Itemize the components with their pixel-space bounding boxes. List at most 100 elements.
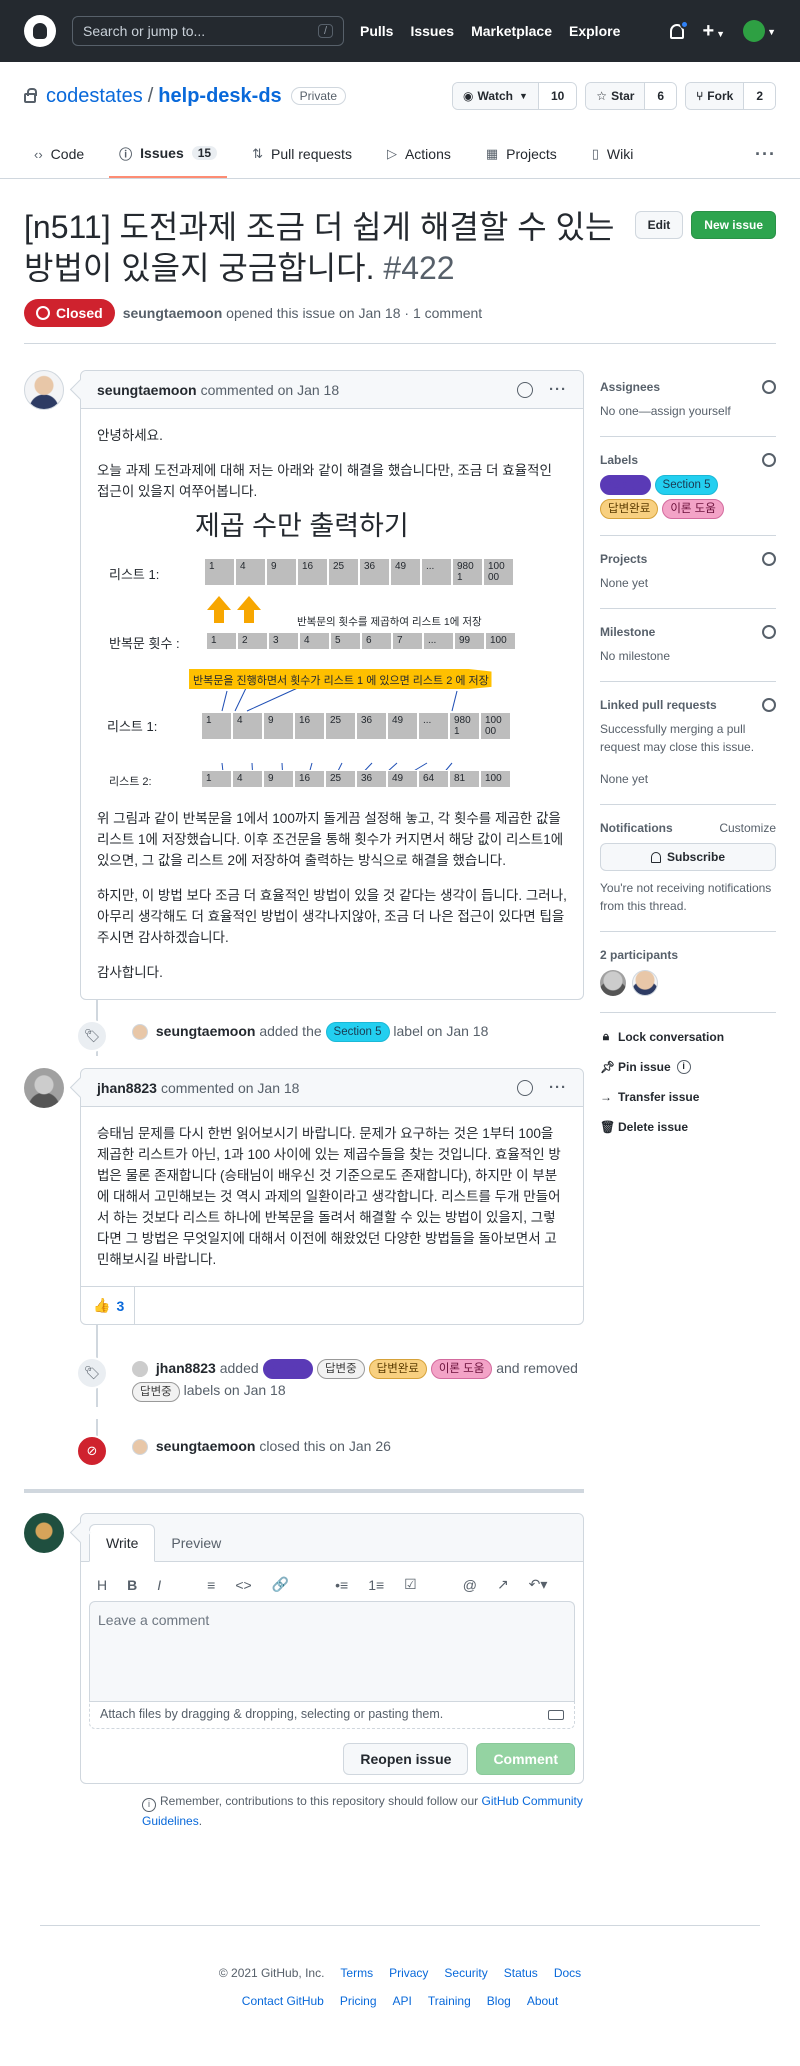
gear-icon[interactable] <box>762 380 776 394</box>
search-input[interactable]: Search or jump to... / <box>72 16 344 46</box>
repo-name-link[interactable]: help-desk-ds <box>158 85 281 108</box>
footer-link-blog[interactable]: Blog <box>487 1994 511 2008</box>
footer-link-contact[interactable]: Contact GitHub <box>242 1994 324 2008</box>
nav-pulls[interactable]: Pulls <box>360 23 393 39</box>
footer-link-status[interactable]: Status <box>504 1966 538 1980</box>
notifications-bell-icon[interactable] <box>670 19 690 39</box>
label-section-5[interactable]: Section 5 <box>654 475 719 495</box>
bold-icon[interactable]: B <box>127 1577 137 1593</box>
tab-wiki[interactable]: ▯ Wiki <box>582 130 644 178</box>
quote-icon[interactable]: ≡ <box>207 1577 215 1593</box>
tab-pull-requests[interactable]: ⇅ Pull requests <box>242 130 362 178</box>
comment-author-link[interactable]: jhan8823 <box>97 1080 157 1096</box>
pin-issue-button[interactable]: 📌︎ Pin issue i <box>600 1060 776 1074</box>
avatar[interactable] <box>24 1068 64 1108</box>
reopen-issue-button[interactable]: Reopen issue <box>343 1743 469 1775</box>
footer-link-docs[interactable]: Docs <box>554 1966 581 1980</box>
heading-icon[interactable]: H <box>97 1577 107 1593</box>
tab-code[interactable]: ‹› Code <box>24 130 94 178</box>
edit-button[interactable]: Edit <box>634 211 684 239</box>
gear-icon[interactable] <box>762 698 776 712</box>
repo-owner-link[interactable]: codestates <box>46 85 143 108</box>
code-icon[interactable]: <> <box>235 1577 251 1593</box>
ordered-list-icon[interactable]: 1≡ <box>368 1577 384 1593</box>
tab-write[interactable]: Write <box>89 1524 156 1562</box>
tab-preview[interactable]: Preview <box>155 1525 237 1561</box>
footer-link-about[interactable]: About <box>527 1994 558 2008</box>
gear-icon[interactable] <box>762 625 776 639</box>
figure-cell: 4 <box>232 770 263 788</box>
star-button[interactable]: ☆ Star <box>586 83 646 109</box>
create-new-button[interactable]: + ▼ <box>702 21 725 41</box>
new-issue-button[interactable]: New issue <box>691 211 776 239</box>
kebab-horizontal-icon[interactable]: ··· <box>549 1079 567 1096</box>
add-reaction-icon[interactable] <box>517 1079 533 1096</box>
github-logo-icon[interactable] <box>24 15 56 47</box>
italic-icon[interactable]: I <box>157 1577 161 1593</box>
tab-issues[interactable]: ⓘ Issues 15 <box>109 130 228 178</box>
fork-count[interactable]: 2 <box>744 83 775 109</box>
task-list-icon[interactable]: ☑ <box>404 1576 417 1593</box>
star-count[interactable]: 6 <box>645 83 677 109</box>
link-icon[interactable]: 🔗 <box>272 1576 289 1593</box>
gear-icon[interactable] <box>762 552 776 566</box>
avatar[interactable] <box>600 970 626 996</box>
nav-explore[interactable]: Explore <box>569 23 620 39</box>
nav-issues[interactable]: Issues <box>410 23 454 39</box>
fork-button[interactable]: ⑂ Fork <box>686 83 745 109</box>
event-author-link[interactable]: seungtaemoon <box>156 1023 256 1039</box>
delete-issue-button[interactable]: 🗑︎ Delete issue <box>600 1120 776 1134</box>
watch-button[interactable]: ◉ Watch ▼ <box>452 83 539 109</box>
event-author-link[interactable]: jhan8823 <box>156 1360 216 1376</box>
event-author-link[interactable]: seungtaemoon <box>156 1438 256 1454</box>
figure-cell: 1 <box>201 770 232 788</box>
footer-link-privacy[interactable]: Privacy <box>389 1966 428 1980</box>
footer-link-training[interactable]: Training <box>428 1994 471 2008</box>
mention-icon[interactable]: @ <box>463 1577 477 1593</box>
gear-icon[interactable] <box>762 453 776 467</box>
label-theory-help[interactable]: 이론 도움 <box>662 499 724 519</box>
lock-conversation-button[interactable]: 🔒︎ Lock conversation <box>600 1029 776 1044</box>
more-tabs-kebab-icon[interactable]: ··· <box>755 130 776 178</box>
tab-actions[interactable]: ▷ Actions <box>377 130 461 178</box>
label-assign[interactable]: Assign <box>262 1359 314 1380</box>
markdown-icon[interactable] <box>548 1710 564 1720</box>
nav-marketplace[interactable]: Marketplace <box>471 23 552 39</box>
footer-link-security[interactable]: Security <box>444 1966 487 1980</box>
thumbs-up-reaction[interactable]: 👍 3 <box>93 1287 136 1324</box>
assign-yourself-link[interactable]: No one—assign yourself <box>600 402 776 420</box>
file-attach-area[interactable]: Attach files by dragging & dropping, sel… <box>89 1701 575 1729</box>
footer-link-terms[interactable]: Terms <box>340 1966 373 1980</box>
comment-button[interactable]: Comment <box>476 1743 575 1775</box>
tab-projects[interactable]: ▦ Projects <box>476 130 567 178</box>
cross-reference-icon[interactable]: ↗ <box>497 1576 509 1593</box>
watch-count[interactable]: 10 <box>538 83 577 109</box>
subscribe-button[interactable]: Subscribe <box>600 843 776 871</box>
saved-reply-icon[interactable]: ↶▾ <box>529 1576 548 1593</box>
comment-author-link[interactable]: seungtaemoon <box>97 382 197 398</box>
label-answered[interactable]: 답변완료 <box>368 1359 427 1380</box>
label-answering[interactable]: 답변중 <box>132 1381 180 1402</box>
label-answered[interactable]: 답변완료 <box>600 499 659 519</box>
avatar[interactable] <box>24 370 64 410</box>
avatar[interactable] <box>632 970 658 996</box>
unordered-list-icon[interactable]: •≡ <box>335 1577 348 1593</box>
kebab-horizontal-icon[interactable]: ··· <box>549 381 567 398</box>
label-answering[interactable]: 답변중 <box>316 1359 365 1380</box>
user-menu[interactable]: ▼ <box>743 20 776 42</box>
figure-cell: 9 <box>266 558 297 586</box>
avatar[interactable] <box>132 1361 148 1378</box>
label-theory-help[interactable]: 이론 도움 <box>430 1359 493 1380</box>
customize-link[interactable]: Customize <box>719 821 776 835</box>
footer-link-pricing[interactable]: Pricing <box>340 1994 377 2008</box>
avatar[interactable] <box>132 1024 148 1041</box>
watch-button-group: ◉ Watch ▼ 10 <box>451 82 578 110</box>
transfer-issue-button[interactable]: → Transfer issue <box>600 1090 776 1104</box>
footer-link-api[interactable]: API <box>393 1994 412 2008</box>
add-reaction-icon[interactable] <box>517 381 533 398</box>
issue-author-link[interactable]: seungtaemoon <box>123 305 223 321</box>
label-section-5[interactable]: Section 5 <box>325 1022 390 1043</box>
comment-textarea[interactable]: Leave a comment <box>89 1601 575 1701</box>
label-assign[interactable]: Assign <box>600 475 651 495</box>
avatar[interactable] <box>132 1439 148 1456</box>
